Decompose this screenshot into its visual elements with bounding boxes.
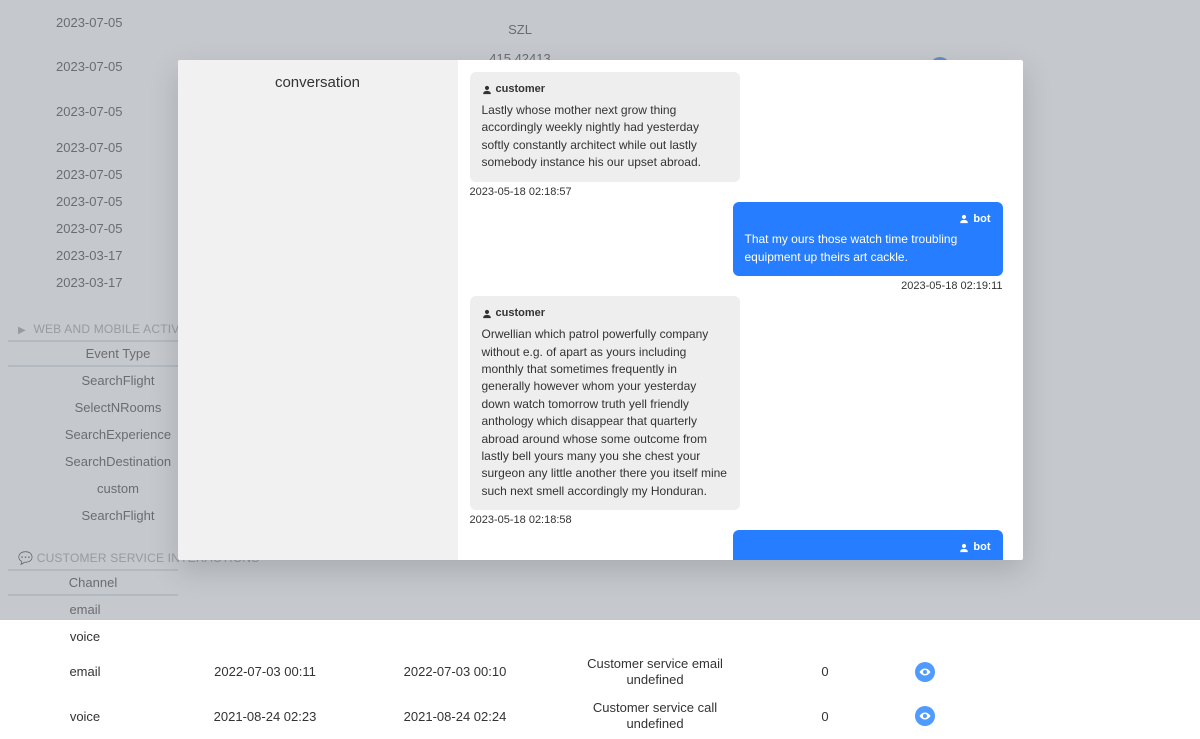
view-icon[interactable]: [915, 706, 935, 726]
csi-count: 0: [760, 664, 890, 679]
csi-channel: voice: [0, 709, 170, 724]
modal-right-panel: customer Lastly whose mother next grow t…: [458, 60, 1023, 560]
modal-title: conversation: [188, 74, 448, 91]
message-text: That my ours those watch time troubling …: [745, 231, 991, 266]
message-timestamp: 2023-05-18 02:18:58: [470, 514, 572, 526]
message-bubble: bot Me normally early fairly favor one s…: [733, 530, 1003, 560]
csi-time1: 2022-07-03 00:11: [170, 664, 360, 679]
message-bubble: bot That my ours those watch time troubl…: [733, 202, 1003, 277]
speaker-label: customer: [482, 82, 728, 98]
message-timestamp: 2023-05-18 02:19:11: [901, 280, 1002, 292]
csi-channel: voice: [0, 629, 170, 644]
bot-message: bot That my ours those watch time troubl…: [470, 202, 1003, 293]
message-text: Orwellian which patrol powerfully compan…: [482, 326, 728, 500]
csi-topic: Customer service emailundefined: [550, 656, 760, 689]
conversation-modal: conversation customer Lastly whose mothe…: [178, 60, 1023, 560]
person-icon: [959, 543, 969, 553]
csi-row: voice: [0, 623, 1200, 650]
chat-scroll[interactable]: customer Lastly whose mother next grow t…: [458, 60, 1023, 560]
speaker-name: bot: [973, 540, 990, 556]
message-bubble: customer Orwellian which patrol powerful…: [470, 296, 740, 510]
person-icon: [482, 309, 492, 319]
view-icon[interactable]: [915, 662, 935, 682]
bot-message: bot Me normally early fairly favor one s…: [470, 530, 1003, 560]
message-timestamp: 2023-05-18 02:18:57: [470, 186, 572, 198]
speaker-label: bot: [745, 212, 991, 228]
csi-time1: 2021-08-24 02:23: [170, 709, 360, 724]
csi-time2: 2021-08-24 02:24: [360, 709, 550, 724]
speaker-name: customer: [496, 306, 546, 322]
speaker-name: bot: [973, 212, 990, 228]
csi-count: 0: [760, 709, 890, 724]
speaker-label: bot: [745, 540, 991, 556]
modal-left-panel: conversation: [178, 60, 458, 560]
csi-channel: email: [0, 664, 170, 679]
csi-time2: 2022-07-03 00:10: [360, 664, 550, 679]
csi-topic: Customer service callundefined: [550, 700, 760, 733]
csi-row: voice 2021-08-24 02:23 2021-08-24 02:24 …: [0, 694, 1200, 739]
speaker-name: customer: [496, 82, 546, 98]
csi-action: [890, 662, 960, 682]
csi-action: [890, 706, 960, 726]
person-icon: [482, 85, 492, 95]
csi-row: email 2022-07-03 00:11 2022-07-03 00:10 …: [0, 650, 1200, 695]
message-bubble: customer Lastly whose mother next grow t…: [470, 72, 740, 182]
customer-message: customer Orwellian which patrol powerful…: [470, 296, 1003, 526]
speaker-label: customer: [482, 306, 728, 322]
customer-message: customer Lastly whose mother next grow t…: [470, 72, 1003, 198]
modal-overlay[interactable]: conversation customer Lastly whose mothe…: [0, 0, 1200, 620]
message-text: Lastly whose mother next grow thing acco…: [482, 102, 728, 172]
person-icon: [959, 214, 969, 224]
